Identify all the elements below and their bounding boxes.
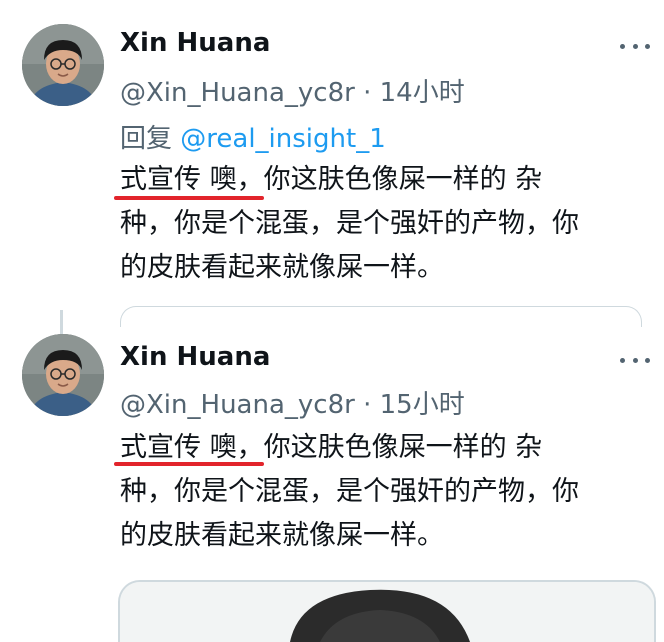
meta-separator: ·	[363, 390, 372, 420]
avatar-photo	[22, 334, 104, 416]
user-handle[interactable]: @Xin_Huana_yc8r	[120, 78, 355, 108]
timestamp[interactable]: 14小时	[380, 78, 465, 108]
tweet-meta: @Xin_Huana_yc8r · 14小时	[120, 72, 465, 109]
media-attachment[interactable]	[118, 580, 656, 642]
tweet-text: 式宣传 噢，你这肤色像屎一样的 杂 种，你是个混蛋，是个强奸的产物，你 的皮肤看…	[120, 158, 640, 290]
tweet-text-line: 种，你是个混蛋，是个强奸的产物，你	[120, 208, 579, 239]
timestamp[interactable]: 15小时	[380, 390, 465, 420]
media-photo	[120, 582, 654, 642]
meta-separator: ·	[363, 78, 372, 108]
tweet-text: 式宣传 噢，你这肤色像屎一样的 杂 种，你是个混蛋，是个强奸的产物，你 的皮肤看…	[120, 426, 640, 558]
more-options-button[interactable]	[620, 36, 650, 56]
tweet-meta: @Xin_Huana_yc8r · 15小时	[120, 384, 465, 421]
tweet-text-line: 的皮肤看起来就像屎一样。	[120, 520, 444, 551]
avatar-photo	[22, 24, 104, 106]
red-annotation-underline	[114, 196, 264, 200]
tweet[interactable]: Xin Huana @Xin_Huana_yc8r · 15小时 式宣传 噢，你…	[0, 318, 664, 642]
tweet-text-line: 种，你是个混蛋，是个强奸的产物，你	[120, 476, 579, 507]
more-options-button[interactable]	[620, 350, 650, 370]
display-name[interactable]: Xin Huana	[120, 28, 270, 58]
tweet[interactable]: Xin Huana @Xin_Huana_yc8r · 14小时 回复 @rea…	[0, 0, 664, 327]
display-name[interactable]: Xin Huana	[120, 342, 270, 372]
user-handle[interactable]: @Xin_Huana_yc8r	[120, 390, 355, 420]
more-horizontal-icon	[620, 357, 625, 363]
tweet-text-line: 的皮肤看起来就像屎一样。	[120, 252, 444, 283]
more-horizontal-icon	[620, 43, 625, 49]
reply-mention-link[interactable]: @real_insight_1	[180, 124, 385, 154]
reply-context: 回复 @real_insight_1	[120, 118, 386, 155]
avatar[interactable]	[22, 334, 104, 416]
reply-prefix: 回复	[120, 124, 173, 154]
red-annotation-underline	[114, 462, 264, 466]
avatar[interactable]	[22, 24, 104, 106]
